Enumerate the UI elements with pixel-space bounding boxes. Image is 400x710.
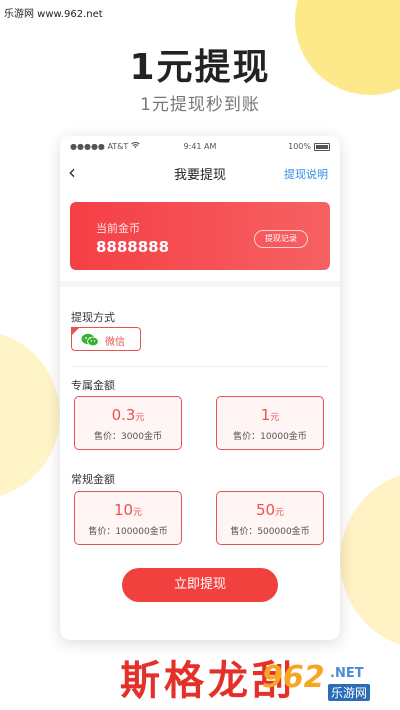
- amount-option-1[interactable]: 1元 售价：10000金币: [216, 396, 324, 450]
- coin-balance-value: 8888888: [96, 238, 170, 256]
- selected-corner-icon: [71, 327, 80, 336]
- status-bar: ●●●●● AT&T 9:41 AM 100%: [60, 141, 340, 154]
- coin-balance-card: 当前金币 8888888 提现记录: [70, 202, 330, 270]
- watermark: 乐游网 www.962.net: [4, 9, 103, 20]
- screen: 乐游网 www.962.net 1元提现 1元提现秒到账 ●●●●● AT&T …: [0, 0, 400, 710]
- coin-balance-label: 当前金币: [96, 222, 140, 235]
- amount-price: 售价：500000金币: [230, 527, 310, 537]
- withdraw-now-button[interactable]: 立即提现: [122, 568, 278, 602]
- withdraw-record-button[interactable]: 提现记录: [254, 230, 308, 248]
- exclusive-section-label: 专属金额: [71, 379, 115, 392]
- amount-price: 售价：10000金币: [233, 432, 307, 442]
- wechat-label: 微信: [105, 337, 125, 348]
- amount-price: 售价：100000金币: [88, 527, 168, 537]
- logo-net: .NET: [330, 666, 364, 681]
- nav-bar: ‹ 我要提现 提现说明: [60, 158, 340, 188]
- amount-option-10[interactable]: 10元 售价：100000金币: [74, 491, 182, 545]
- withdraw-help-link[interactable]: 提现说明: [284, 166, 328, 182]
- battery-icon: [314, 142, 330, 151]
- amount-value: 50元: [255, 501, 285, 519]
- site-logo: 962 .NET 乐游网: [262, 660, 392, 706]
- amount-value: 10元: [113, 501, 143, 519]
- logo-cn: 乐游网: [328, 684, 371, 701]
- section-divider: [60, 281, 340, 287]
- amount-value: 0.3元: [111, 406, 145, 424]
- decor-circle-left: [0, 330, 60, 500]
- battery-label: 100%: [288, 142, 311, 151]
- decor-circle-right: [340, 470, 400, 650]
- amount-value: 1元: [260, 406, 280, 424]
- separator-line: [71, 366, 329, 367]
- regular-section-label: 常规金额: [71, 473, 115, 486]
- amount-option-50[interactable]: 50元 售价：500000金币: [216, 491, 324, 545]
- amount-price: 售价：3000金币: [94, 432, 162, 442]
- method-section-label: 提现方式: [71, 311, 115, 324]
- wechat-method-option[interactable]: 微信: [71, 327, 141, 351]
- wechat-icon: [81, 332, 99, 347]
- status-battery: 100%: [288, 142, 330, 151]
- logo-number: 962: [262, 660, 325, 695]
- promo-headline: 1元提现: [129, 47, 271, 88]
- amount-option-0-3[interactable]: 0.3元 售价：3000金币: [74, 396, 182, 450]
- phone-mockup: ●●●●● AT&T 9:41 AM 100% ‹ 我要提现 提现说明 当前金币…: [60, 136, 340, 640]
- promo-subline: 1元提现秒到账: [140, 95, 260, 115]
